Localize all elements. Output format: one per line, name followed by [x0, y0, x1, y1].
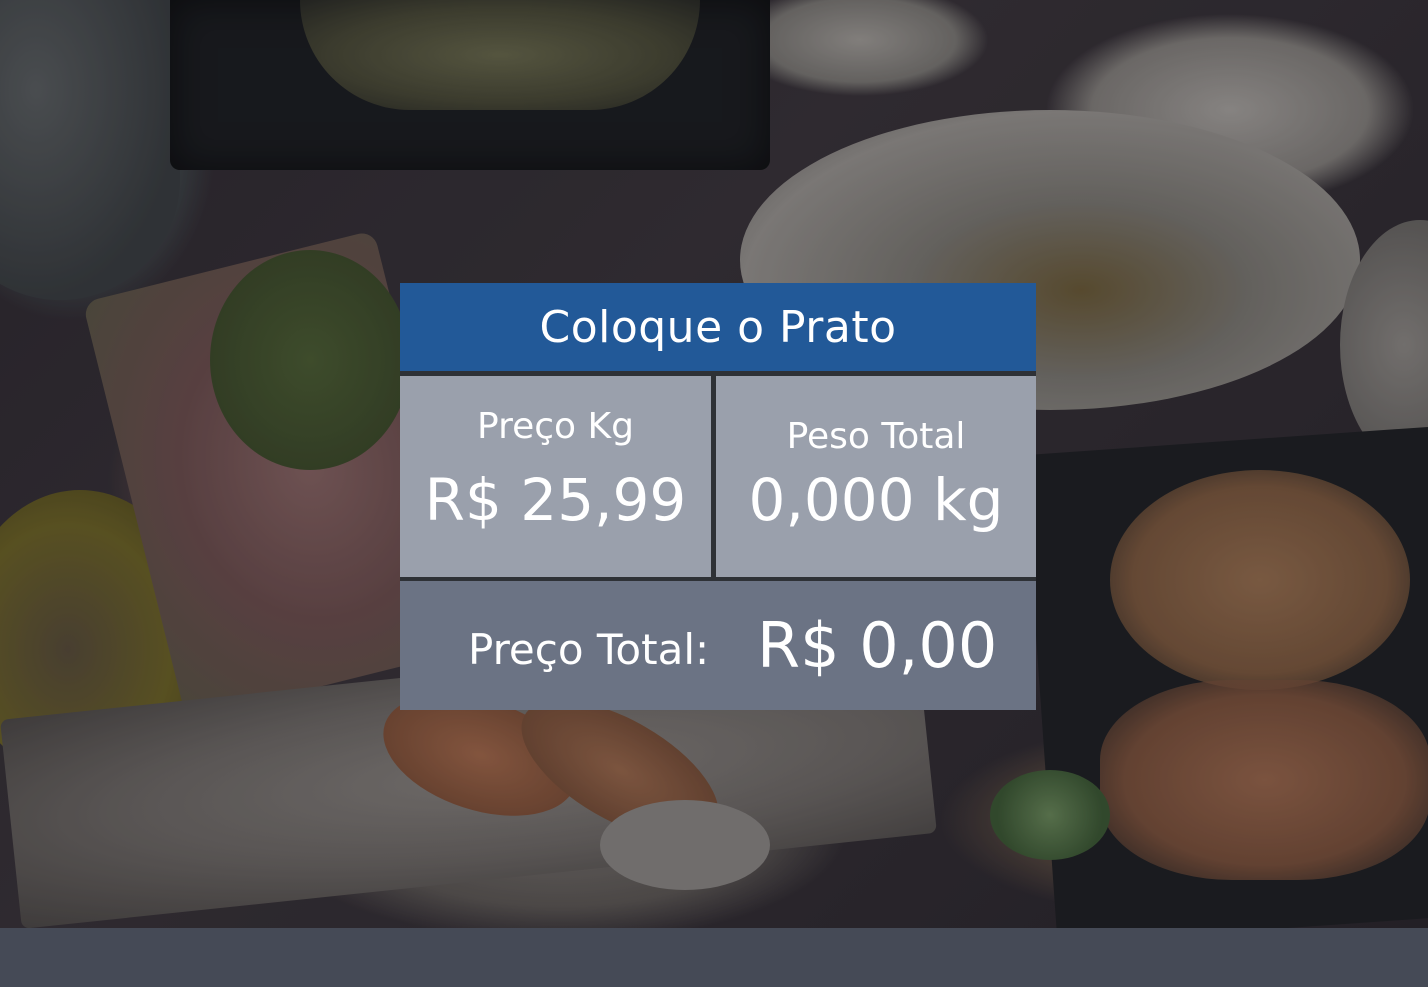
total-price-row: Preço Total: R$ 0,00: [400, 581, 1036, 710]
scale-panel: Coloque o Prato Preço Kg R$ 25,99 Peso T…: [400, 283, 1036, 710]
price-per-kg-label: Preço Kg: [477, 406, 634, 447]
total-weight-label: Peso Total: [786, 416, 966, 457]
panel-title: Coloque o Prato: [400, 283, 1036, 371]
scale-screen: Coloque o Prato Preço Kg R$ 25,99 Peso T…: [0, 0, 1428, 987]
total-price-value: R$ 0,00: [757, 609, 998, 682]
total-weight-value: 0,000 kg: [748, 466, 1004, 534]
total-price-label: Preço Total:: [468, 625, 710, 674]
total-weight-cell: Peso Total 0,000 kg: [716, 376, 1036, 577]
price-per-kg-value: R$ 25,99: [424, 466, 687, 534]
price-per-kg-cell: Preço Kg R$ 25,99: [400, 376, 711, 577]
footer-bar: [0, 928, 1428, 987]
